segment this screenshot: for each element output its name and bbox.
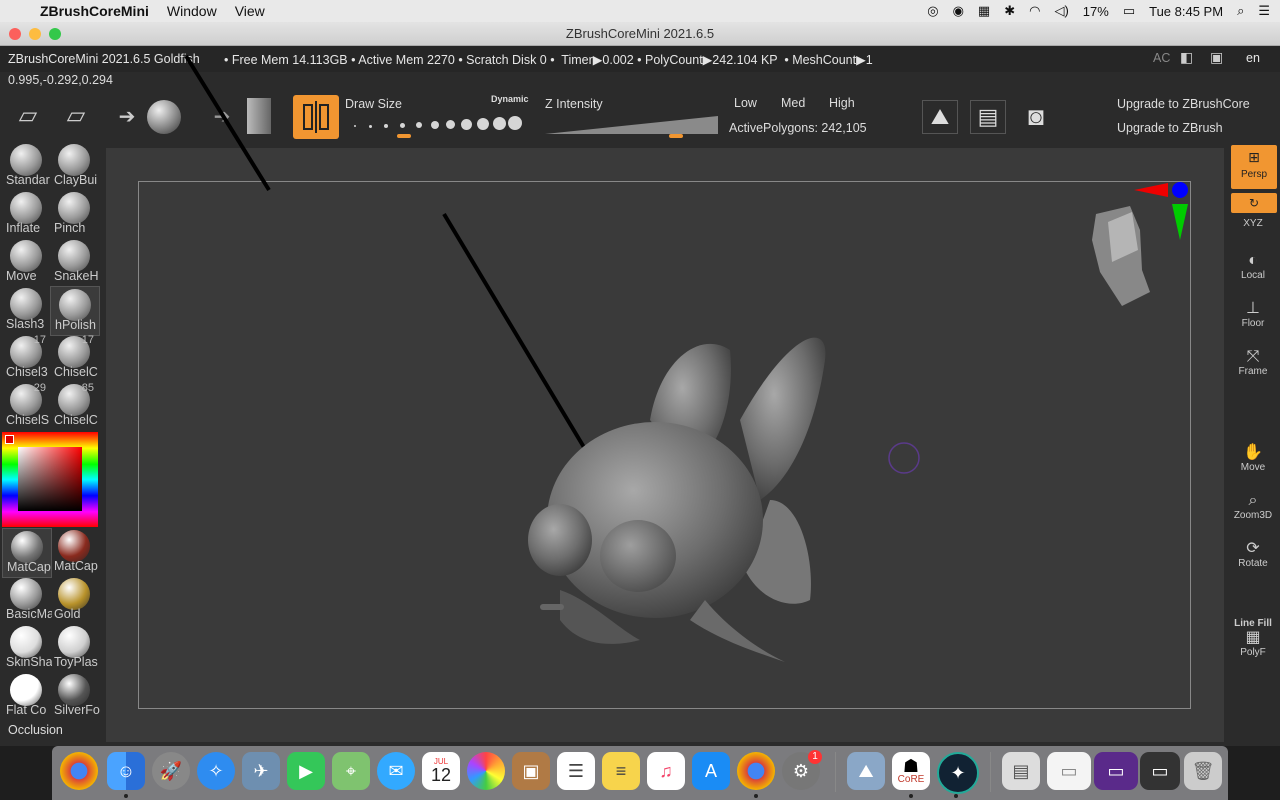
prefs-badge: 1 xyxy=(808,750,822,764)
stroke-line-2 xyxy=(442,212,590,456)
zoom-icon: ⌕ xyxy=(1248,492,1258,509)
app-store-icon[interactable]: A xyxy=(692,752,730,790)
zoom3d-button[interactable]: ⌕ Zoom3D xyxy=(1230,492,1276,521)
xyz-button[interactable]: XYZ xyxy=(1230,218,1276,229)
launchpad-icon[interactable]: 🚀 xyxy=(152,752,190,790)
safari-icon[interactable]: ✧ xyxy=(197,752,235,790)
finder-icon[interactable]: ☺ xyxy=(107,752,145,790)
rotate-button[interactable]: ⟳ Rotate xyxy=(1230,540,1276,569)
contacts-icon[interactable]: ▣ xyxy=(512,752,550,790)
window-thumb-3[interactable]: ▭ xyxy=(1140,752,1180,790)
downloads-stack-icon[interactable]: ▤ xyxy=(1002,752,1040,790)
notes-icon[interactable]: ≡ xyxy=(602,752,640,790)
trash-icon[interactable]: 🗑 xyxy=(1184,752,1222,790)
dock-divider-2 xyxy=(990,752,991,792)
gitkraken-icon[interactable]: ✦ xyxy=(937,752,979,794)
messages-icon[interactable]: ✉ xyxy=(377,752,415,790)
dock-divider xyxy=(835,752,836,792)
calendar-icon[interactable]: JUL 12 xyxy=(422,752,460,790)
orientation-widget[interactable] xyxy=(1092,182,1188,306)
chrome-icon-2[interactable] xyxy=(737,752,775,790)
grid-persp-icon: ⊞ xyxy=(1248,149,1260,165)
image-capture-icon[interactable]: ⛰ xyxy=(847,752,885,790)
window-thumb-1[interactable]: ▭ xyxy=(1047,752,1091,790)
move-button[interactable]: ✋ Move xyxy=(1230,444,1276,473)
polyframe-icon: ▦ xyxy=(1245,629,1261,646)
sym-rotate-button[interactable]: ↻ xyxy=(1231,193,1277,213)
frame-button[interactable]: ⤧ Frame xyxy=(1230,348,1276,377)
hand-icon: ✋ xyxy=(1243,444,1263,461)
local-button[interactable]: ◐ Local xyxy=(1230,252,1276,281)
reminders-icon[interactable]: ☰ xyxy=(557,752,595,790)
music-icon[interactable]: ♫ xyxy=(647,752,685,790)
persp-button[interactable]: ⊞ Persp xyxy=(1231,145,1277,189)
frame-icon: ⤧ xyxy=(1246,348,1260,365)
scene-overlay xyxy=(184,54,1188,662)
stroke-line-1 xyxy=(184,54,271,192)
facetime-icon[interactable]: ▶ xyxy=(287,752,325,790)
floor-button[interactable]: ⊥ Floor xyxy=(1230,300,1276,329)
chrome-icon[interactable] xyxy=(60,752,98,790)
goldfish-mesh[interactable] xyxy=(528,337,826,662)
line-fill-button[interactable]: Line Fill ▦ PolyF xyxy=(1230,618,1276,658)
brush-cursor xyxy=(888,442,920,474)
window-thumb-2[interactable]: ▭ xyxy=(1094,752,1138,790)
maps-icon[interactable]: ⌖ xyxy=(332,752,370,790)
preview-icon[interactable]: ✈ xyxy=(242,752,280,790)
local-icon: ◐ xyxy=(1248,252,1258,269)
zbrushcore-icon[interactable]: ☗ CoRE xyxy=(892,752,930,790)
rotate-icon: ⟳ xyxy=(1246,540,1260,557)
floor-icon: ⊥ xyxy=(1246,300,1260,317)
refresh-icon: ↻ xyxy=(1248,196,1260,210)
photos-icon[interactable] xyxy=(467,752,505,790)
